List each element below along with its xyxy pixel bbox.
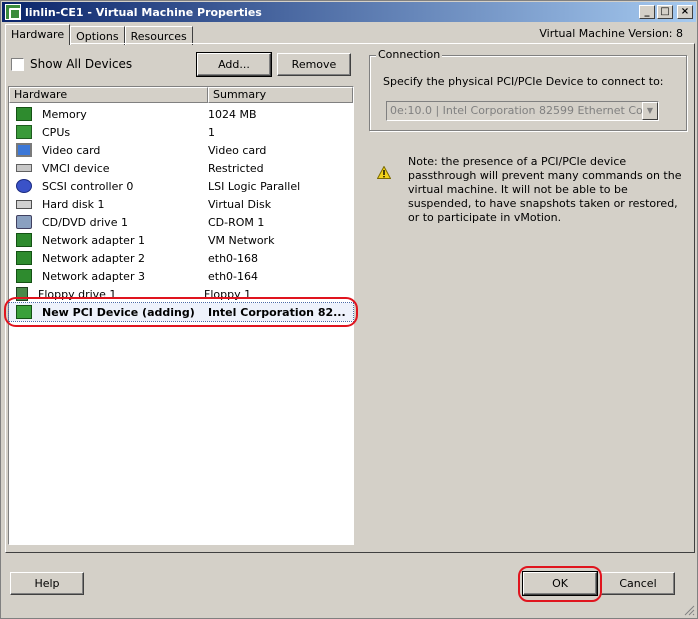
hardware-name: VMCI device — [42, 161, 110, 175]
hardware-name: Video card — [42, 143, 101, 157]
hard-disk-icon — [16, 199, 32, 209]
hardware-rows: Memory 1024 MB CPUs 1 Video card Video c… — [8, 105, 354, 322]
connection-legend: Connection — [376, 48, 443, 61]
hardware-name: Hard disk 1 — [42, 197, 105, 211]
window-title: linlin-CE1 - Virtual Machine Properties — [25, 5, 262, 19]
hardware-summary: 1 — [208, 125, 215, 139]
hardware-list-header: Hardware Summary — [9, 87, 353, 103]
vmci-device-icon — [16, 164, 32, 172]
hardware-row-new-pci-device[interactable]: New PCI Device (adding) Intel Corporatio… — [8, 302, 354, 322]
show-all-devices-label: Show All Devices — [30, 57, 133, 71]
hardware-name: New PCI Device (adding) — [42, 305, 195, 319]
close-button[interactable]: × — [677, 5, 693, 19]
title-bar[interactable]: linlin-CE1 - Virtual Machine Properties … — [2, 2, 696, 22]
hardware-summary: eth0-168 — [208, 251, 259, 265]
hardware-summary: Floppy 1 — [204, 287, 252, 301]
hardware-row-hard-disk[interactable]: Hard disk 1 Virtual Disk — [9, 195, 353, 213]
hardware-name: CD/DVD drive 1 — [42, 215, 128, 229]
column-header-hardware[interactable]: Hardware — [9, 87, 208, 103]
hardware-summary: eth0-164 — [208, 269, 259, 283]
memory-icon — [16, 107, 32, 121]
hardware-summary: Intel Corporation 82... — [208, 305, 346, 319]
hardware-name: Network adapter 3 — [42, 269, 145, 283]
warning-icon — [377, 166, 391, 179]
hardware-summary: Restricted — [208, 161, 264, 175]
hardware-row-network-adapter-2[interactable]: Network adapter 2 eth0-168 — [9, 249, 353, 267]
minimize-button[interactable]: _ — [639, 5, 655, 19]
hardware-name: SCSI controller 0 — [42, 179, 134, 193]
hardware-summary: CD-ROM 1 — [208, 215, 265, 229]
connection-label: Specify the physical PCI/PCIe Device to … — [383, 75, 664, 88]
vm-app-icon — [5, 4, 21, 20]
hardware-row-floppy-drive[interactable]: Floppy drive 1 Floppy 1 — [9, 285, 353, 303]
hardware-row-scsi-controller[interactable]: SCSI controller 0 LSI Logic Parallel — [9, 177, 353, 195]
pci-device-icon — [16, 305, 32, 319]
show-all-devices-option[interactable]: Show All Devices — [11, 57, 132, 71]
hardware-name: Floppy drive 1 — [38, 287, 117, 301]
hardware-summary: Virtual Disk — [208, 197, 272, 211]
hardware-row-cd-dvd-drive[interactable]: CD/DVD drive 1 CD-ROM 1 — [9, 213, 353, 231]
cancel-button[interactable]: Cancel — [601, 572, 675, 595]
remove-button[interactable]: Remove — [277, 53, 351, 76]
hardware-list[interactable]: Hardware Summary Memory 1024 MB CPUs 1 V… — [8, 86, 354, 545]
hardware-row-network-adapter-1[interactable]: Network adapter 1 VM Network — [9, 231, 353, 249]
network-adapter-icon — [16, 233, 32, 247]
pci-device-select-value: 0e:10.0 | Intel Corporation 82599 Ethern… — [390, 104, 658, 117]
tab-strip: Hardware Options Resources — [5, 24, 193, 45]
maximize-button[interactable]: □ — [657, 5, 673, 19]
hardware-row-cpus[interactable]: CPUs 1 — [9, 123, 353, 141]
tab-hardware[interactable]: Hardware — [5, 24, 71, 45]
help-button[interactable]: Help — [10, 572, 84, 595]
hardware-name: CPUs — [42, 125, 71, 139]
hardware-summary: 1024 MB — [208, 107, 257, 121]
window-controls: _ □ × — [639, 5, 693, 19]
chevron-down-icon[interactable]: ▼ — [642, 102, 658, 120]
network-adapter-icon — [16, 269, 32, 283]
vm-version-label: Virtual Machine Version: 8 — [539, 27, 683, 40]
show-all-devices-checkbox[interactable] — [11, 57, 24, 71]
hardware-name: Memory — [42, 107, 87, 121]
video-card-icon — [16, 143, 32, 157]
add-button[interactable]: Add... — [196, 52, 272, 77]
resize-grip-icon[interactable] — [683, 604, 695, 616]
hardware-row-network-adapter-3[interactable]: Network adapter 3 eth0-164 — [9, 267, 353, 285]
hardware-summary: VM Network — [208, 233, 275, 247]
scsi-controller-icon — [16, 179, 32, 193]
hardware-name: Network adapter 1 — [42, 233, 145, 247]
network-adapter-icon — [16, 251, 32, 265]
connection-group: Connection Specify the physical PCI/PCIe… — [369, 48, 687, 131]
hardware-name: Network adapter 2 — [42, 251, 145, 265]
pci-device-select[interactable]: 0e:10.0 | Intel Corporation 82599 Ethern… — [386, 101, 659, 121]
floppy-drive-icon — [16, 287, 28, 301]
cd-dvd-drive-icon — [16, 215, 32, 229]
passthrough-note: Note: the presence of a PCI/PCIe device … — [408, 155, 682, 224]
hardware-row-vmci-device[interactable]: VMCI device Restricted — [9, 159, 353, 177]
column-header-summary[interactable]: Summary — [208, 87, 353, 103]
vm-properties-window: linlin-CE1 - Virtual Machine Properties … — [0, 0, 698, 619]
hardware-row-memory[interactable]: Memory 1024 MB — [9, 105, 353, 123]
ok-button[interactable]: OK — [522, 571, 598, 596]
hardware-row-video-card[interactable]: Video card Video card — [9, 141, 353, 159]
hardware-summary: LSI Logic Parallel — [208, 179, 301, 193]
cpu-icon — [16, 125, 32, 139]
hardware-summary: Video card — [208, 143, 267, 157]
